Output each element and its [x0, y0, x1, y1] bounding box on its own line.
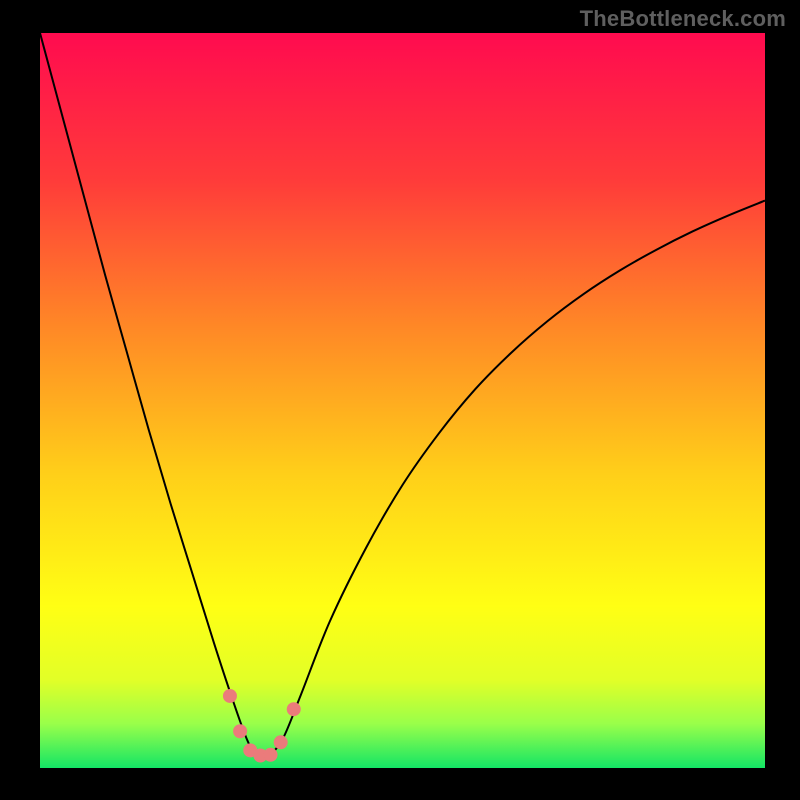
plot-background — [40, 33, 765, 768]
min-marker — [233, 724, 247, 738]
min-marker — [264, 748, 278, 762]
min-marker — [274, 735, 288, 749]
watermark-text: TheBottleneck.com — [580, 6, 786, 32]
min-marker — [287, 702, 301, 716]
min-marker — [223, 689, 237, 703]
bottleneck-chart — [0, 0, 800, 800]
